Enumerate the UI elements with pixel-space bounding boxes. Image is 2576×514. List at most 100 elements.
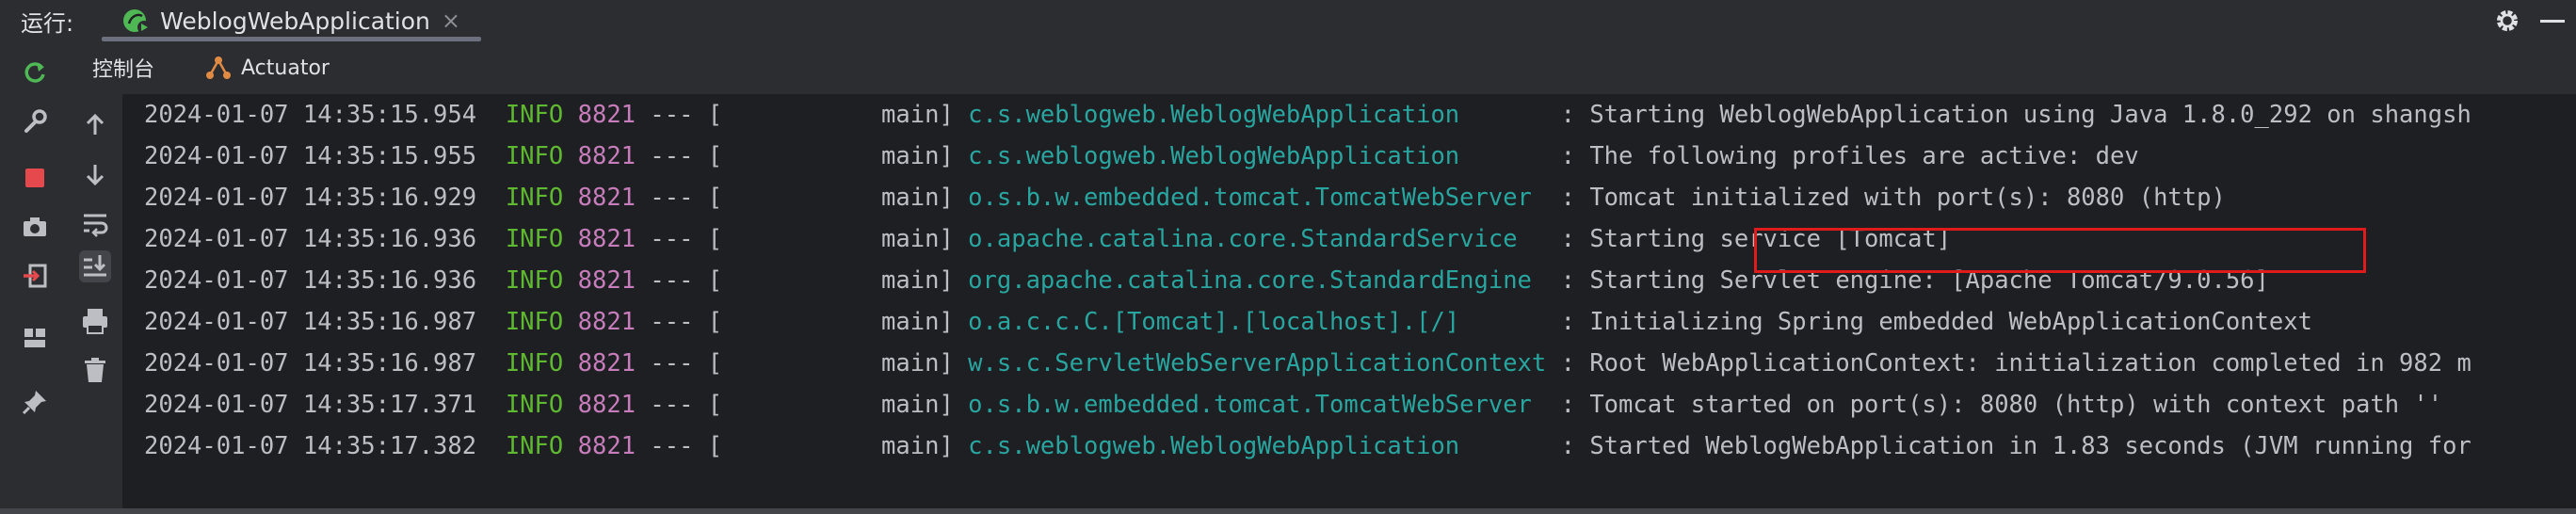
log-message: : Tomcat started on port(s): 8080 (http)… — [1560, 391, 2443, 419]
run-label: 运行: — [21, 9, 74, 37]
log-level: INFO — [505, 101, 564, 129]
log-separator: --- [ — [636, 142, 723, 170]
log-separator: --- [ — [636, 184, 723, 212]
log-pid: 8821 — [577, 266, 636, 295]
log-thread: main] — [881, 184, 954, 212]
spring-run-icon — [123, 9, 152, 34]
log-pid: 8821 — [577, 142, 636, 170]
log-pid: 8821 — [577, 308, 636, 336]
log-separator: --- [ — [636, 308, 723, 336]
run-tab-weblog[interactable]: WeblogWebApplication × — [102, 0, 481, 41]
actuator-icon — [206, 56, 232, 79]
log-line: 2024-01-07 14:35:16.987 INFO 8821 --- [ … — [144, 301, 2312, 343]
log-thread: main] — [881, 225, 954, 253]
log-message: : Root WebApplicationContext: initializa… — [1560, 349, 2471, 377]
log-logger: org.apache.catalina.core.StandardEngine — [968, 266, 1547, 295]
log-separator: --- [ — [636, 225, 723, 253]
log-level: INFO — [505, 308, 564, 336]
soft-wrap-icon[interactable] — [79, 207, 111, 239]
log-separator: --- [ — [636, 349, 723, 377]
log-level: INFO — [505, 266, 564, 295]
log-pid: 8821 — [577, 432, 636, 460]
log-line: 2024-01-07 14:35:17.382 INFO 8821 --- [ … — [144, 426, 2471, 467]
pin-icon[interactable] — [21, 388, 49, 416]
console-tabs-bar: 控制台 Actuator — [68, 41, 2576, 95]
log-timestamp: 2024-01-07 14:35:17.371 — [144, 391, 477, 419]
log-pid: 8821 — [577, 225, 636, 253]
log-logger: c.s.weblogweb.WeblogWebApplication — [968, 101, 1547, 129]
camera-icon[interactable] — [21, 213, 49, 241]
log-timestamp: 2024-01-07 14:35:16.987 — [144, 349, 477, 377]
log-thread: main] — [881, 349, 954, 377]
close-icon[interactable]: × — [442, 8, 460, 34]
run-tab-title: WeblogWebApplication — [160, 7, 430, 35]
stop-icon[interactable] — [21, 164, 49, 192]
log-level: INFO — [505, 391, 564, 419]
log-message: : Tomcat initialized with port(s): 8080 … — [1560, 184, 2226, 212]
bottom-divider — [0, 508, 2576, 514]
log-timestamp: 2024-01-07 14:35:16.936 — [144, 225, 477, 253]
log-timestamp: 2024-01-07 14:35:16.936 — [144, 266, 477, 295]
log-timestamp: 2024-01-07 14:35:15.954 — [144, 101, 477, 129]
log-line: 2024-01-07 14:35:15.954 INFO 8821 --- [ … — [144, 94, 2471, 136]
log-pid: 8821 — [577, 391, 636, 419]
log-thread: main] — [881, 391, 954, 419]
arrow-down-icon[interactable] — [79, 158, 111, 190]
log-pid: 8821 — [577, 184, 636, 212]
log-pid: 8821 — [577, 349, 636, 377]
log-thread: main] — [881, 101, 954, 129]
log-logger: o.s.b.w.embedded.tomcat.TomcatWebServer — [968, 391, 1547, 419]
scroll-to-end-icon — [84, 255, 106, 277]
log-thread: main] — [881, 308, 954, 336]
log-timestamp: 2024-01-07 14:35:16.987 — [144, 308, 477, 336]
rerun-icon[interactable] — [21, 58, 49, 87]
arrow-up-icon[interactable] — [79, 109, 111, 141]
log-separator: --- [ — [636, 432, 723, 460]
wrench-icon[interactable] — [21, 107, 49, 136]
highlight-annotation-box — [1754, 228, 2366, 273]
print-icon[interactable] — [79, 305, 111, 337]
log-level: INFO — [505, 225, 564, 253]
log-timestamp: 2024-01-07 14:35:15.955 — [144, 142, 477, 170]
log-separator: --- [ — [636, 101, 723, 129]
tab-console-label: 控制台 — [92, 58, 155, 82]
exit-icon[interactable] — [21, 262, 49, 290]
log-timestamp: 2024-01-07 14:35:16.929 — [144, 184, 477, 212]
log-logger: c.s.weblogweb.WeblogWebApplication — [968, 142, 1547, 170]
console-output[interactable]: 2024-01-07 14:35:15.954 INFO 8821 --- [ … — [123, 94, 2576, 514]
log-line: 2024-01-07 14:35:16.929 INFO 8821 --- [ … — [144, 177, 2226, 218]
log-message: : Started WeblogWebApplication in 1.83 s… — [1560, 432, 2471, 460]
log-thread: main] — [881, 432, 954, 460]
log-pid: 8821 — [577, 101, 636, 129]
log-message: : The following profiles are active: dev — [1560, 142, 2139, 170]
log-logger: o.s.b.w.embedded.tomcat.TomcatWebServer — [968, 184, 1547, 212]
log-level: INFO — [505, 432, 564, 460]
log-line: 2024-01-07 14:35:16.987 INFO 8821 --- [ … — [144, 343, 2471, 384]
log-level: INFO — [505, 349, 564, 377]
log-message: : Initializing Spring embedded WebApplic… — [1560, 308, 2312, 336]
run-toolbar: 运行: WeblogWebApplication × — [0, 0, 2576, 42]
log-logger: c.s.weblogweb.WeblogWebApplication — [968, 432, 1547, 460]
log-separator: --- [ — [636, 266, 723, 295]
tab-console[interactable]: 控制台 — [92, 53, 154, 83]
log-timestamp: 2024-01-07 14:35:17.382 — [144, 432, 477, 460]
log-message: : Starting WeblogWebApplication using Ja… — [1560, 101, 2471, 129]
scroll-to-end-button[interactable] — [79, 250, 111, 282]
tab-actuator[interactable]: Actuator — [205, 55, 330, 81]
console-toolbar — [68, 94, 123, 514]
log-line: 2024-01-07 14:35:16.936 INFO 8821 --- [ … — [144, 218, 1951, 260]
log-thread: main] — [881, 142, 954, 170]
log-thread: main] — [881, 266, 954, 295]
minimize-icon[interactable] — [2540, 19, 2565, 23]
tab-actuator-label: Actuator — [241, 56, 330, 80]
log-line: 2024-01-07 14:35:17.371 INFO 8821 --- [ … — [144, 384, 2442, 426]
log-logger: w.s.c.ServletWebServerApplicationContext — [968, 349, 1547, 377]
left-toolbar — [0, 41, 69, 514]
layout-icon[interactable] — [21, 324, 49, 352]
gear-icon[interactable] — [2493, 7, 2521, 35]
log-logger: o.a.c.c.C.[Tomcat].[localhost].[/] — [968, 308, 1547, 336]
trash-icon[interactable] — [79, 354, 111, 386]
top-right-controls — [2493, 0, 2565, 41]
log-level: INFO — [505, 142, 564, 170]
log-level: INFO — [505, 184, 564, 212]
